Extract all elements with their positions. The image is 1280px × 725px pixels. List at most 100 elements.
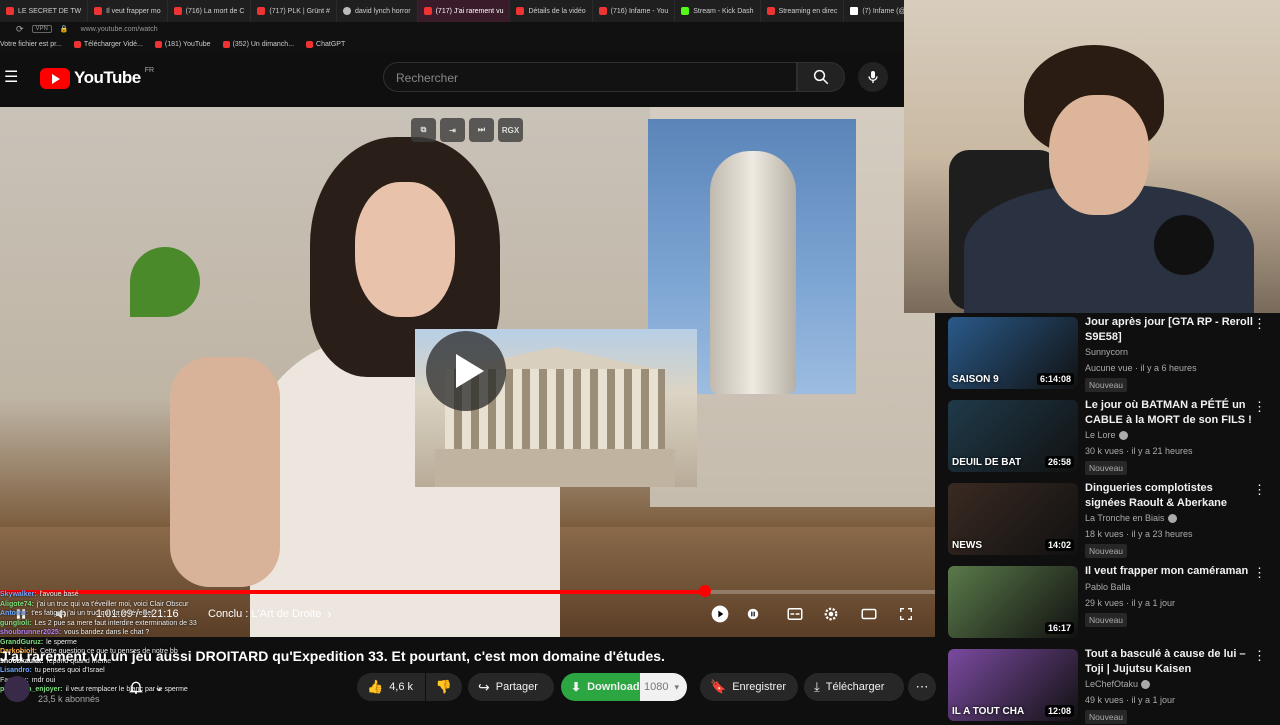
search-button[interactable] xyxy=(797,62,845,92)
recommendation-item[interactable]: 16:17 Il veut frapper mon caméraman Pablo … xyxy=(948,564,1274,642)
settings-button[interactable] xyxy=(822,600,840,628)
chapter-button[interactable]: Conclu : L'Art de Droite › xyxy=(208,600,331,628)
vpn-badge[interactable]: VPN xyxy=(31,25,52,33)
fullscreen-button[interactable] xyxy=(898,600,914,628)
extension-button[interactable]: ⧉ xyxy=(411,118,436,142)
telecharger-button[interactable]: ⤓ Télécharger xyxy=(804,673,904,701)
download-arrow-icon: ⬇ xyxy=(571,680,582,694)
video-thumbnail[interactable]: DEUIL DE BAT 26:58 xyxy=(948,400,1078,472)
recommendation-title[interactable]: Le jour où BATMAN a PÉTÉ un CABLE à la M… xyxy=(1085,398,1255,428)
bell-icon xyxy=(129,681,143,694)
more-options-icon[interactable]: ⋮ xyxy=(1253,483,1266,496)
bookmark-item[interactable]: ChatGPT xyxy=(306,41,345,48)
youtube-logo[interactable]: YouTube FR xyxy=(40,67,154,89)
browser-tab[interactable]: (716) Infame - You xyxy=(593,0,676,22)
browser-tab[interactable]: david lynch horror xyxy=(337,0,418,22)
recommendation-title[interactable]: Jour après jour [GTA RP - Reroll S9E58] xyxy=(1085,315,1255,345)
logo-text: YouTube xyxy=(74,68,141,87)
chevron-down-icon: ⌄ xyxy=(154,680,165,694)
reload-icon[interactable]: ⟳ xyxy=(16,24,24,35)
recommendation-title[interactable]: Tout a basculé à cause de lui – Toji | J… xyxy=(1085,647,1255,677)
browser-tab[interactable]: Stream - Kick Dash xyxy=(675,0,761,22)
recommendation-title[interactable]: Dingueries complotistes signées Raoult &… xyxy=(1085,481,1255,511)
browser-tab[interactable]: (717) J'ai rarement vu xyxy=(417,0,511,22)
tab-favicon-icon xyxy=(766,7,775,15)
autoplay-toggle[interactable] xyxy=(710,600,730,628)
bookmarks-bar: Votre fichier est pr... Télécharger Vidé.… xyxy=(0,37,904,52)
share-label: Partager xyxy=(495,681,538,693)
bookmark-label: (181) YouTube xyxy=(164,41,211,48)
like-button[interactable]: 👍 4,6 k xyxy=(357,673,425,701)
bookmark-item[interactable]: (181) YouTube xyxy=(154,41,211,48)
bookmark-label: (352) Un dimanch... xyxy=(232,41,295,48)
video-player[interactable]: ⧉ ⇥ ⏭ RGX 1:01:09 / 1:21:16 Conclu : L'Art … xyxy=(0,107,935,637)
notification-button[interactable]: ⌄ xyxy=(128,675,164,699)
channel-name[interactable]: La Tronche en Biais xyxy=(1085,513,1177,523)
tab-favicon-icon xyxy=(598,7,607,15)
browser-tab[interactable]: Détails de la vidéo xyxy=(510,0,593,22)
more-options-icon[interactable]: ⋮ xyxy=(1253,400,1266,413)
thumbnail-text: SAISON 9 xyxy=(952,374,999,385)
channel-name[interactable]: Le Lore xyxy=(1085,430,1128,440)
new-badge: Nouveau xyxy=(1085,710,1128,724)
more-actions-button[interactable]: ⋯ xyxy=(908,673,936,701)
bookmark-item[interactable]: Télécharger Vidé... xyxy=(73,41,143,48)
tab-favicon-icon xyxy=(681,7,690,15)
share-button[interactable]: ↪ Partager xyxy=(468,673,554,701)
tab-favicon-icon xyxy=(342,7,351,15)
download-button[interactable]: ⬇ Download xyxy=(561,673,641,701)
browser-tab[interactable]: (717) PLK | Grünt # xyxy=(251,0,337,22)
theater-mode-button[interactable] xyxy=(860,600,878,628)
channel-name[interactable]: Sunnycorn xyxy=(1085,347,1128,357)
extension-toolbar: ⧉ ⇥ ⏭ RGX xyxy=(411,118,523,142)
more-horizontal-icon: ⋯ xyxy=(915,679,929,694)
video-thumbnail[interactable]: 16:17 xyxy=(948,566,1078,638)
progress-scrubber[interactable] xyxy=(698,585,711,597)
autoplay-icon xyxy=(711,605,729,623)
browser-tab[interactable]: LE SECRET DE TW xyxy=(0,0,89,22)
quality-select[interactable]: 1080 ▾ xyxy=(640,673,687,701)
url-text[interactable]: www.youtube.com/watch xyxy=(81,26,158,33)
recommendation-item[interactable]: DEUIL DE BAT 26:58 Le jour où BATMAN a PÉT… xyxy=(948,398,1274,476)
video-duration: 12:08 xyxy=(1044,705,1074,717)
save-button[interactable]: 🔖 Enregistrer xyxy=(700,673,798,701)
browser-tab[interactable]: Streaming en direc xyxy=(761,0,845,22)
streamer-webcam xyxy=(904,0,1280,313)
tab-label: Il veut frapper mo xyxy=(106,7,161,15)
miniplayer-pause-icon[interactable] xyxy=(746,600,760,628)
chevron-down-icon: ▾ xyxy=(674,681,680,692)
big-play-button[interactable] xyxy=(426,331,506,411)
bookmark-label: Télécharger Vidé... xyxy=(83,41,143,48)
video-thumbnail[interactable]: NEWS 14:02 xyxy=(948,483,1078,555)
voice-search-button[interactable] xyxy=(858,62,888,92)
address-bar[interactable]: ⟳ VPN 🔒 www.youtube.com/watch xyxy=(0,22,904,36)
hamburger-menu-icon[interactable]: ☰ xyxy=(4,69,22,87)
recommendation-item[interactable]: SAISON 9 6:14:08 Jour après jour [GTA RP -… xyxy=(948,315,1274,393)
extension-button[interactable]: ⇥ xyxy=(440,118,465,142)
video-thumbnail[interactable]: SAISON 9 6:14:08 xyxy=(948,317,1078,389)
more-options-icon[interactable]: ⋮ xyxy=(1253,649,1266,662)
subtitles-button[interactable] xyxy=(786,600,804,628)
browser-tab[interactable]: (716) La mort de C xyxy=(168,0,252,22)
search-input[interactable]: Rechercher xyxy=(383,62,797,92)
more-options-icon[interactable]: ⋮ xyxy=(1253,566,1266,579)
bookmark-item[interactable]: (352) Un dimanch... xyxy=(222,41,295,48)
browser-tab[interactable]: (7) Infame (@infam xyxy=(844,0,904,22)
recommendation-item[interactable]: IL A TOUT CHA 12:08 Tout a basculé à cause… xyxy=(948,647,1274,725)
channel-name[interactable]: LeChefOtaku xyxy=(1085,679,1151,689)
channel-name[interactable]: Pablo Balla xyxy=(1085,582,1131,592)
video-thumbnail[interactable]: IL A TOUT CHA 12:08 xyxy=(948,649,1078,721)
browser-tab[interactable]: Il veut frapper mo xyxy=(88,0,168,22)
recommendation-title[interactable]: Il veut frapper mon caméraman xyxy=(1085,564,1255,579)
bookmark-item[interactable]: Votre fichier est pr... xyxy=(0,41,62,48)
chat-text: t'es fatigué j'ai un truc qui va te réve… xyxy=(31,610,154,617)
tab-favicon-icon xyxy=(423,7,432,15)
browser-tab-bar: LE SECRET DE TW Il veut frapper mo (716) L… xyxy=(0,0,904,22)
more-options-icon[interactable]: ⋮ xyxy=(1253,317,1266,330)
recommendation-item[interactable]: NEWS 14:02 Dingueries complotistes signées… xyxy=(948,481,1274,559)
webcam-microphone xyxy=(1154,215,1214,275)
extension-button[interactable]: ⏭ xyxy=(469,118,494,142)
chat-text: vous bandez dans le chat ? xyxy=(64,629,150,636)
extension-button[interactable]: RGX xyxy=(498,118,523,142)
dislike-button[interactable]: 👎 xyxy=(426,673,462,701)
